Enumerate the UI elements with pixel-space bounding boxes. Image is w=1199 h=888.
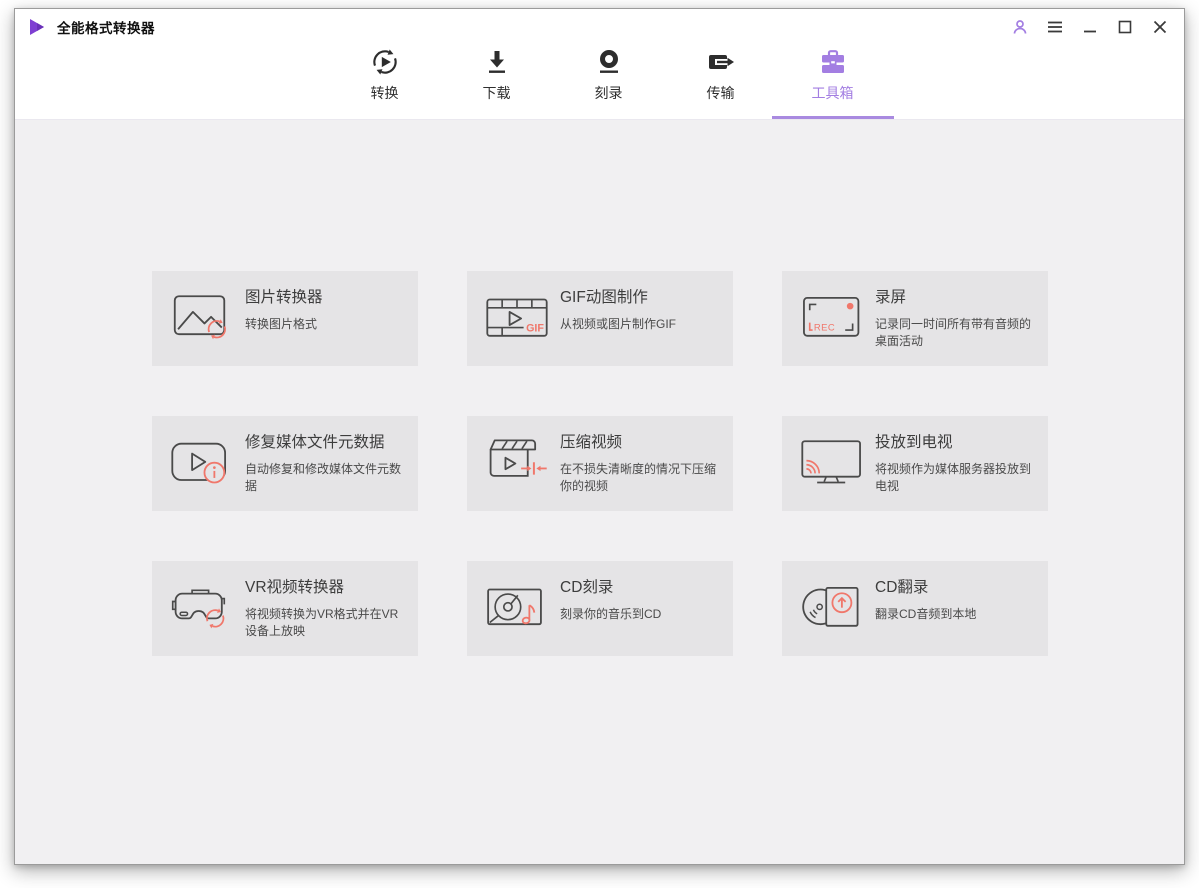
tool-desc: 自动修复和修改媒体文件元数据: [245, 462, 402, 494]
window-controls: [1010, 17, 1170, 37]
tool-card-vr-converter[interactable]: VR视频转换器 将视频转换为VR格式并在VR设备上放映: [152, 561, 418, 656]
tab-label: 刻录: [594, 85, 623, 101]
tool-card-compress-video[interactable]: 压缩视频 在不损失清晰度的情况下压缩你的视频: [467, 416, 733, 511]
tool-title: VR视频转换器: [245, 579, 345, 596]
vr-converter-icon: [169, 581, 235, 637]
tab-label: 下载: [482, 85, 511, 101]
menu-icon[interactable]: [1045, 17, 1065, 37]
compress-video-icon: [484, 436, 550, 492]
tool-desc: 记录同一时间所有带有音频的桌面活动: [875, 317, 1032, 349]
tool-desc: 在不损失清晰度的情况下压缩你的视频: [560, 462, 717, 494]
gif-maker-icon: GIF: [484, 291, 550, 347]
tool-card-cd-burn[interactable]: CD刻录 刻录你的音乐到CD: [467, 561, 733, 656]
toolbox-icon: [817, 45, 849, 79]
tool-card-image-converter[interactable]: 图片转换器 转换图片格式: [152, 271, 418, 366]
screen-recorder-icon: REC: [799, 291, 865, 347]
tab-convert[interactable]: 转换: [351, 39, 419, 119]
tab-download[interactable]: 下载: [463, 39, 531, 119]
tab-label: 转换: [370, 85, 399, 101]
tool-card-cd-rip[interactable]: CD翻录 翻录CD音频到本地: [782, 561, 1048, 656]
tool-card-fix-metadata[interactable]: 修复媒体文件元数据 自动修复和修改媒体文件元数据: [152, 416, 418, 511]
tool-title: 录屏: [875, 289, 907, 306]
tool-card-screen-recorder[interactable]: REC 录屏 记录同一时间所有带有音频的桌面活动: [782, 271, 1048, 366]
cast-to-tv-icon: [799, 436, 865, 492]
toolbox-panel: 图片转换器 转换图片格式 GIF GIF动图制作 从视频或图片制作GIF REC…: [15, 119, 1184, 864]
app-logo-icon: [30, 19, 44, 35]
cd-rip-icon: [799, 581, 865, 637]
minimize-icon[interactable]: [1080, 17, 1100, 37]
tool-title: CD翻录: [875, 579, 929, 596]
tool-desc: 翻录CD音频到本地: [875, 607, 977, 621]
tab-label: 传输: [706, 85, 735, 101]
tool-desc: 刻录你的音乐到CD: [560, 607, 662, 621]
app-title: 全能格式转换器: [57, 21, 155, 36]
tab-toolbox[interactable]: 工具箱: [799, 39, 867, 119]
tool-title: 图片转换器: [245, 289, 323, 306]
tool-card-cast-to-tv[interactable]: 投放到电视 将视频作为媒体服务器投放到电视: [782, 416, 1048, 511]
fix-metadata-icon: [169, 436, 235, 492]
tool-desc: 从视频或图片制作GIF: [560, 317, 676, 331]
download-icon: [482, 45, 512, 79]
svg-text:GIF: GIF: [526, 323, 544, 335]
svg-text:REC: REC: [814, 322, 835, 333]
burn-icon: [594, 45, 624, 79]
maximize-icon[interactable]: [1115, 17, 1135, 37]
tool-desc: 将视频转换为VR格式并在VR设备上放映: [245, 607, 399, 639]
main-nav: 转换 下载 刻录 传输 工具箱: [15, 39, 1184, 119]
tool-title: 压缩视频: [560, 434, 623, 451]
tool-desc: 将视频作为媒体服务器投放到电视: [875, 462, 1032, 494]
transfer-icon: [705, 45, 737, 79]
tool-title: GIF动图制作: [560, 289, 648, 306]
close-icon[interactable]: [1150, 17, 1170, 37]
tab-burn[interactable]: 刻录: [575, 39, 643, 119]
image-converter-icon: [169, 291, 235, 347]
tab-transfer[interactable]: 传输: [687, 39, 755, 119]
tab-label: 工具箱: [811, 85, 854, 101]
convert-icon: [369, 45, 401, 79]
tool-desc: 转换图片格式: [245, 317, 318, 331]
tool-title: 投放到电视: [875, 434, 953, 451]
app-window: 全能格式转换器 转换 下载 刻录 传输 工具箱 图片转换器 转换图片格式 GIF…: [14, 8, 1185, 865]
tool-card-gif-maker[interactable]: GIF GIF动图制作 从视频或图片制作GIF: [467, 271, 733, 366]
account-icon[interactable]: [1010, 17, 1030, 37]
tool-grid: 图片转换器 转换图片格式 GIF GIF动图制作 从视频或图片制作GIF REC…: [152, 271, 1048, 656]
tool-title: 修复媒体文件元数据: [245, 434, 385, 451]
tool-title: CD刻录: [560, 579, 614, 596]
cd-burn-icon: [484, 581, 550, 637]
header: 全能格式转换器 转换 下载 刻录 传输 工具箱: [15, 9, 1184, 119]
